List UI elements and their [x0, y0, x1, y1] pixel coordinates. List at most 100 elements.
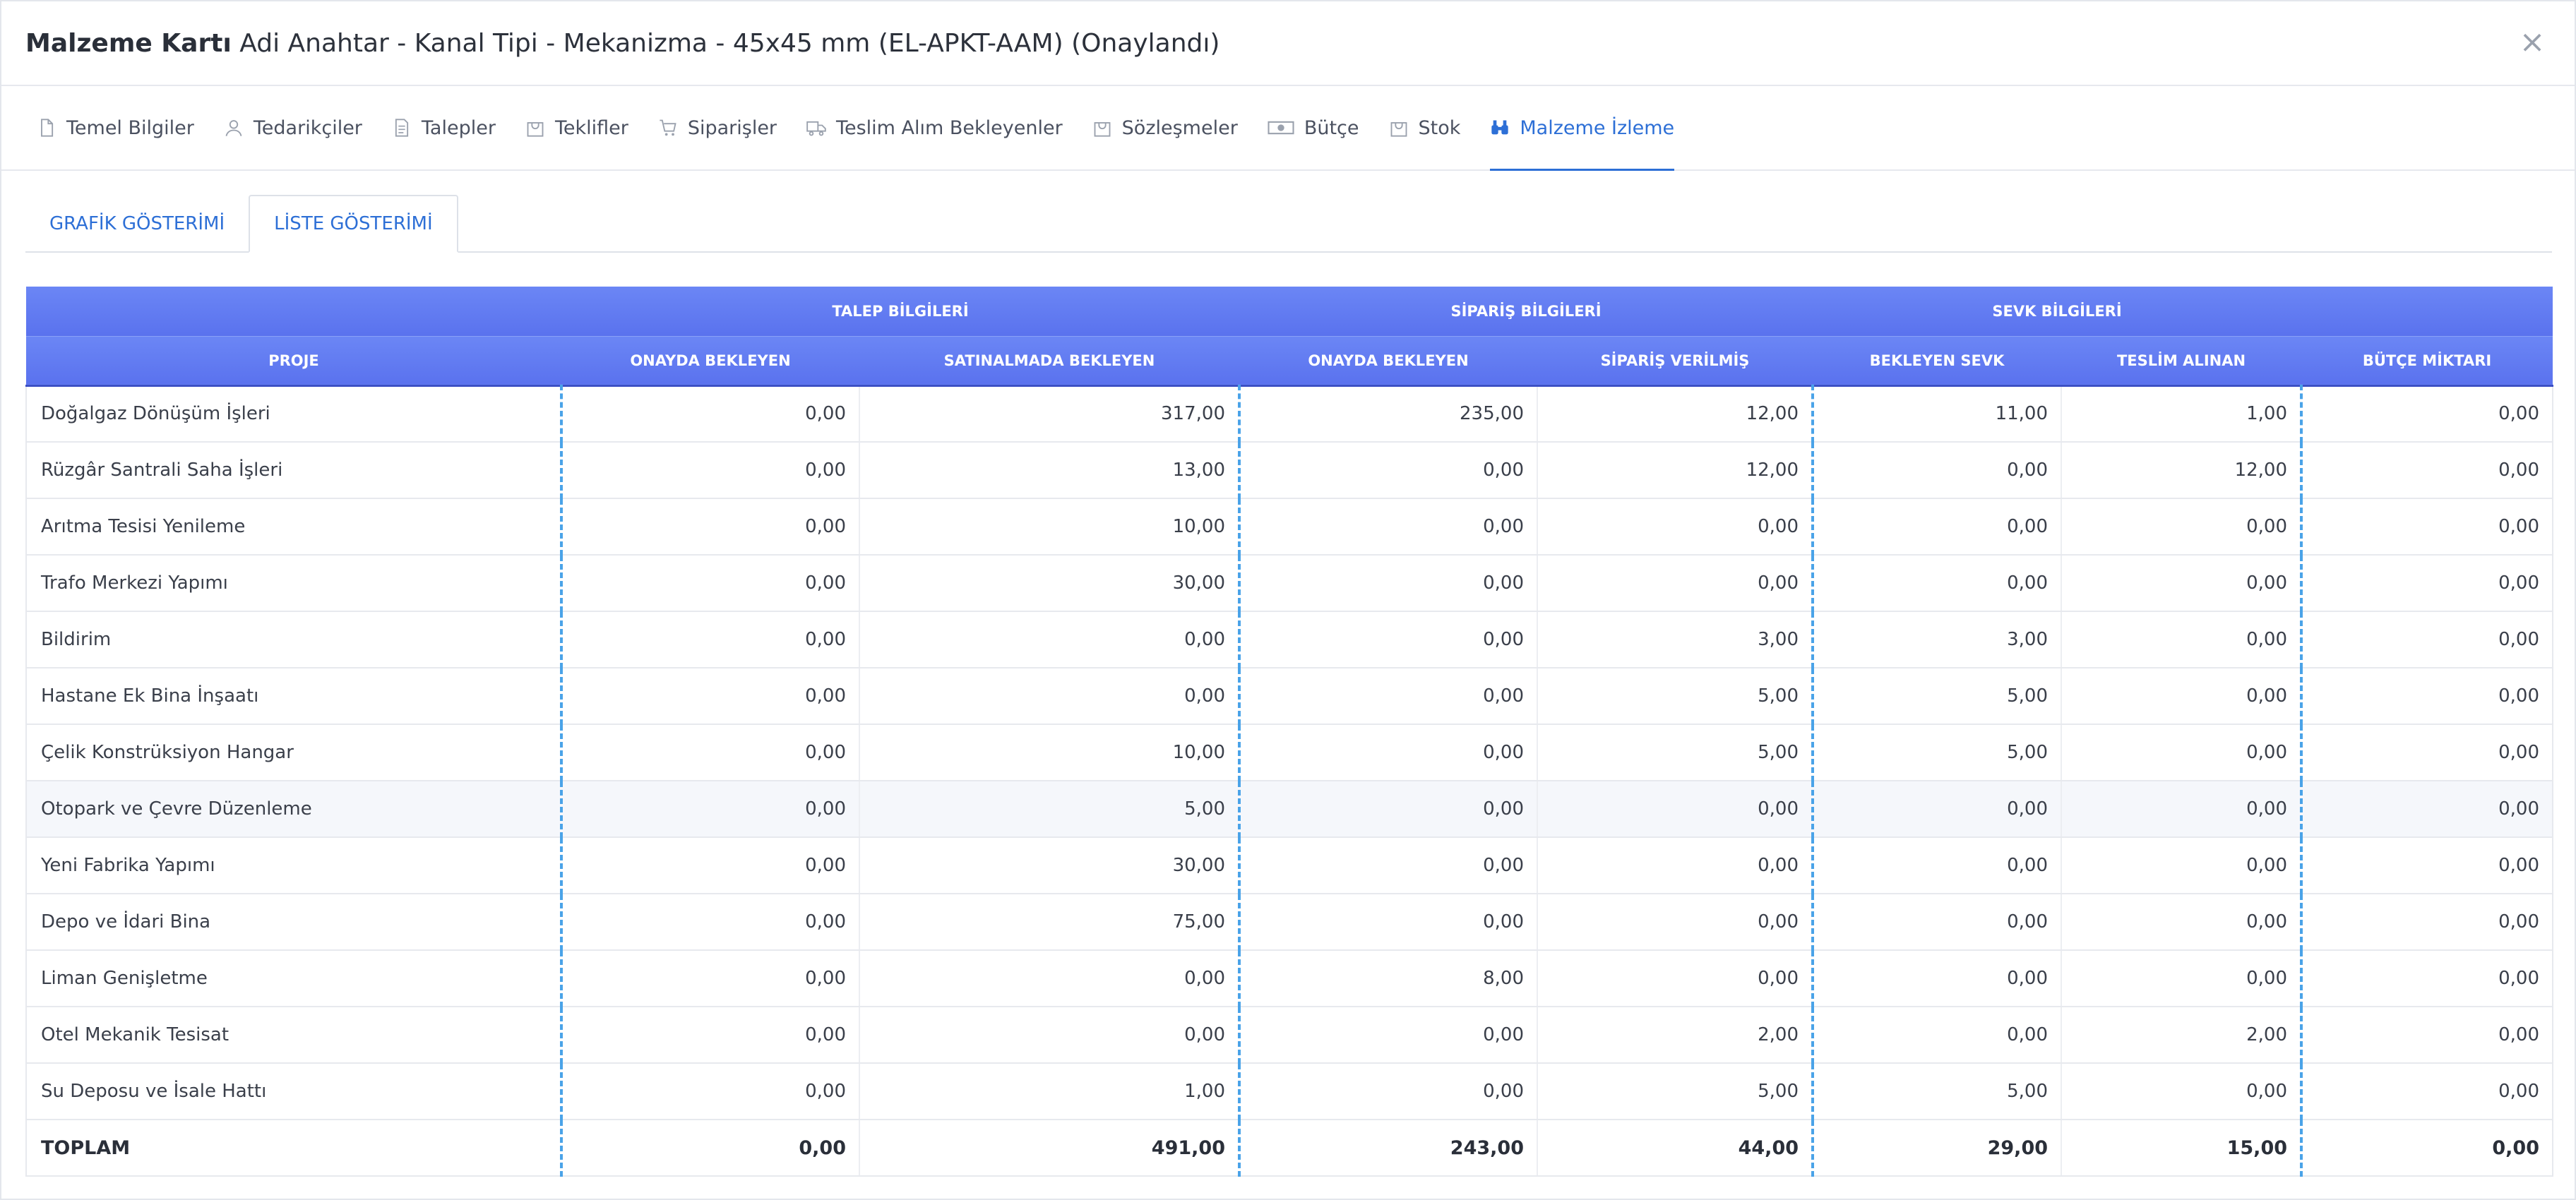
view-switch: GRAFİK GÖSTERİMİ LİSTE GÖSTERİMİ [25, 195, 2552, 253]
cell-value: 0,00 [1536, 894, 1813, 951]
cell-value: 0,00 [560, 1063, 859, 1120]
tab-talepler[interactable]: Talepler [392, 86, 496, 169]
cell-total-value: 0,00 [560, 1120, 859, 1177]
subtab-list-view[interactable]: LİSTE GÖSTERİMİ [249, 195, 458, 253]
tab-tedarikciler[interactable]: Tedarikçiler [224, 86, 362, 169]
column-header-butce-miktari[interactable]: BÜTÇE MİKTARI [2301, 336, 2553, 387]
cell-proje: Depo ve İdari Bina [25, 894, 561, 951]
cell-proje: Bildirim [25, 611, 561, 668]
cart-icon [660, 119, 676, 136]
cell-value: 5,00 [1536, 668, 1813, 725]
cell-value: 10,00 [859, 498, 1239, 556]
cell-value: 0,00 [1811, 837, 2062, 894]
material-card-modal: Malzeme Kartı Adi Anahtar - Kanal Tipi -… [0, 0, 2576, 1200]
cell-value: 3,00 [1811, 611, 2062, 668]
material-tracking-table: TALEP BİLGİLERİ SİPARİŞ BİLGİLERİ SEVK B… [25, 287, 2554, 1177]
tab-stok[interactable]: Stok [1389, 86, 1461, 169]
table-row[interactable]: Trafo Merkezi Yapımı 0,00 30,00 0,00 0,0… [25, 555, 2554, 612]
cell-value: 0,00 [1238, 724, 1537, 781]
document-icon [395, 119, 409, 137]
bag-icon [1094, 122, 1111, 137]
cell-value: 0,00 [560, 837, 859, 894]
cell-value: 10,00 [859, 724, 1239, 781]
cell-value: 0,00 [1536, 950, 1813, 1007]
table-row[interactable]: Depo ve İdari Bina 0,00 75,00 0,00 0,00 … [25, 894, 2554, 951]
cell-value: 0,00 [560, 668, 859, 725]
column-header-siparis-onayda[interactable]: ONAYDA BEKLEYEN [1239, 336, 1537, 387]
tab-label: Temel Bilgiler [66, 116, 194, 139]
cell-value: 0,00 [1811, 894, 2062, 951]
tab-label: Talepler [421, 116, 496, 139]
table-row[interactable]: Liman Genişletme 0,00 0,00 8,00 0,00 0,0… [25, 950, 2554, 1007]
cell-value: 0,00 [1536, 781, 1813, 838]
table-row[interactable]: Rüzgâr Santrali Saha İşleri 0,00 13,00 0… [25, 442, 2554, 499]
table-row[interactable]: Su Deposu ve İsale Hattı 0,00 1,00 0,00 … [25, 1063, 2554, 1120]
table-row[interactable]: Otopark ve Çevre Düzenleme 0,00 5,00 0,0… [25, 781, 2554, 838]
column-header-siparis-verilmis[interactable]: SİPARİŞ VERİLMİŞ [1537, 336, 1813, 387]
cell-value: 30,00 [859, 555, 1239, 612]
cell-value: 0,00 [2300, 781, 2554, 838]
table-row[interactable]: Arıtma Tesisi Yenileme 0,00 10,00 0,00 0… [25, 498, 2554, 556]
cell-value: 5,00 [1811, 724, 2062, 781]
cell-total-value: 243,00 [1238, 1120, 1537, 1177]
cell-value: 0,00 [1811, 1007, 2062, 1064]
cell-proje: Liman Genişletme [25, 950, 561, 1007]
tab-teslim-alim-bekleyenler[interactable]: Teslim Alım Bekleyenler [806, 86, 1063, 169]
cell-proje: Rüzgâr Santrali Saha İşleri [25, 442, 561, 499]
tab-label: Teslim Alım Bekleyenler [836, 116, 1063, 139]
tab-butce[interactable]: Bütçe [1268, 86, 1359, 169]
cell-value: 0,00 [2300, 894, 2554, 951]
truck-icon [806, 121, 826, 136]
cell-value: 0,00 [1536, 837, 1813, 894]
tab-malzeme-izleme[interactable]: Malzeme İzleme [1490, 86, 1674, 171]
table-row[interactable]: Yeni Fabrika Yapımı 0,00 30,00 0,00 0,00… [25, 837, 2554, 894]
cell-value: 0,00 [560, 555, 859, 612]
table-row[interactable]: Çelik Konstrüksiyon Hangar 0,00 10,00 0,… [25, 724, 2554, 781]
cell-value: 0,00 [560, 950, 859, 1007]
tab-label: Bütçe [1304, 116, 1359, 139]
cell-value: 0,00 [2061, 950, 2302, 1007]
cell-value: 0,00 [2061, 837, 2302, 894]
table-row[interactable]: Otel Mekanik Tesisat 0,00 0,00 0,00 2,00… [25, 1007, 2554, 1064]
cell-value: 0,00 [2300, 837, 2554, 894]
column-header-proje[interactable]: PROJE [26, 336, 561, 387]
cell-value: 0,00 [1238, 837, 1537, 894]
table-row[interactable]: Bildirim 0,00 0,00 0,00 3,00 3,00 0,00 0… [25, 611, 2554, 668]
column-header-bekleyen-sevk[interactable]: BEKLEYEN SEVK [1813, 336, 2062, 387]
cell-total-value: 0,00 [2300, 1120, 2554, 1177]
cell-value: 0,00 [859, 611, 1239, 668]
tab-temel-bilgiler[interactable]: Temel Bilgiler [37, 86, 194, 169]
tab-sozlesmeler[interactable]: Sözleşmeler [1092, 86, 1238, 169]
cell-value: 0,00 [1238, 442, 1537, 499]
table-row[interactable]: Hastane Ek Bina İnşaatı 0,00 0,00 0,00 5… [25, 668, 2554, 725]
cell-value: 0,00 [1811, 950, 2062, 1007]
group-header-row: TALEP BİLGİLERİ SİPARİŞ BİLGİLERİ SEVK B… [26, 287, 2553, 337]
material-tracking-table-wrap: TALEP BİLGİLERİ SİPARİŞ BİLGİLERİ SEVK B… [25, 287, 2554, 1177]
tab-siparisler[interactable]: Siparişler [658, 86, 777, 169]
close-icon[interactable]: × [2518, 27, 2546, 58]
tab-bar: Temel Bilgiler Tedarikçiler Talepler Tek… [1, 86, 2575, 171]
cell-value: 0,00 [2300, 611, 2554, 668]
column-header-talep-onayda[interactable]: ONAYDA BEKLEYEN [561, 336, 859, 387]
tab-label: Stok [1418, 116, 1461, 139]
column-header-teslim-alinan[interactable]: TESLİM ALINAN [2061, 336, 2302, 387]
cell-value: 0,00 [2061, 781, 2302, 838]
cell-proje: Arıtma Tesisi Yenileme [25, 498, 561, 556]
cell-value: 0,00 [2300, 498, 2554, 556]
tab-teklifler[interactable]: Teklifler [525, 86, 628, 169]
cell-value: 0,00 [2300, 442, 2554, 499]
cell-value: 0,00 [560, 894, 859, 951]
table-row[interactable]: Doğalgaz Dönüşüm İşleri 0,00 317,00 235,… [25, 385, 2554, 443]
cell-value: 30,00 [859, 837, 1239, 894]
cell-total-label: TOPLAM [25, 1120, 561, 1177]
column-header-satinalmada[interactable]: SATINALMADA BEKLEYEN [859, 336, 1239, 387]
cell-value: 0,00 [859, 950, 1239, 1007]
subtab-chart-view[interactable]: GRAFİK GÖSTERİMİ [25, 195, 249, 253]
bag-icon [1390, 122, 1407, 137]
user-icon [225, 120, 242, 136]
group-header-talep: TALEP BİLGİLERİ [561, 287, 1239, 337]
group-header-sevk: SEVK BİLGİLERİ [1813, 287, 2302, 337]
cell-proje: Yeni Fabrika Yapımı [25, 837, 561, 894]
cell-value: 0,00 [1238, 555, 1537, 612]
cell-value: 0,00 [2300, 724, 2554, 781]
